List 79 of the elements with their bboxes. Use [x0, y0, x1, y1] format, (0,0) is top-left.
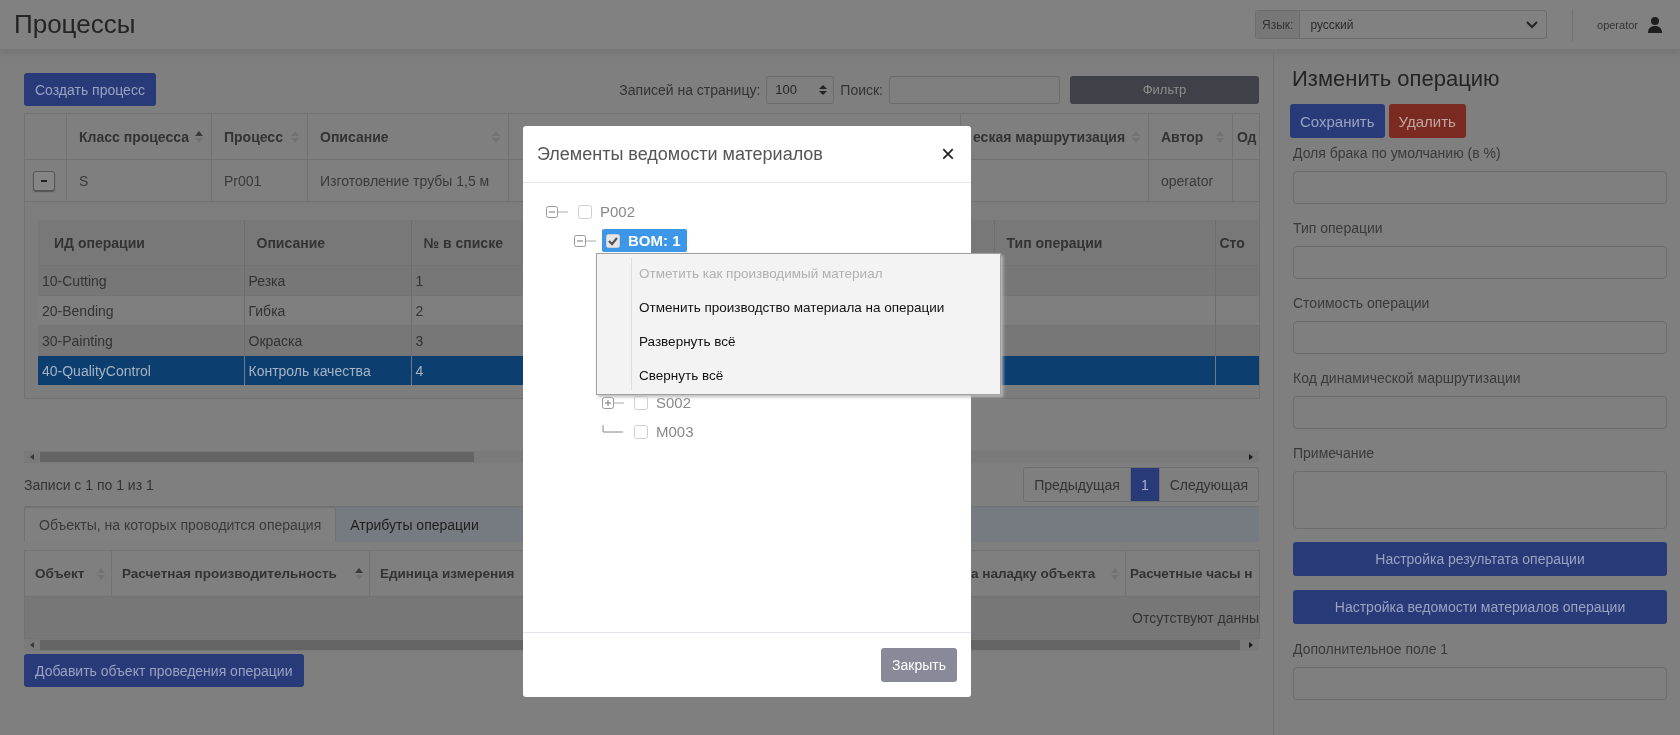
field-label: Дополнительное поле 1 [1293, 640, 1450, 658]
minus-icon [41, 179, 47, 182]
modal-title: Элементы ведомости материалов [537, 143, 823, 165]
close-button[interactable]: × [939, 142, 957, 166]
search-label: Поиск: [840, 81, 883, 98]
next-page-button[interactable]: Следующая [1159, 468, 1258, 501]
records-info: Записи с 1 по 1 из 1 [24, 476, 154, 493]
table-cell: Гибка [248, 302, 286, 319]
settings-button[interactable]: Настройка результата операции [1293, 542, 1667, 576]
table-cell: 10-Cutting [42, 272, 107, 289]
table-cell: 4 [415, 362, 424, 379]
table-cell: Изготовление трубы 1,5 м [320, 172, 490, 189]
column-header[interactable]: ИД операции [54, 234, 145, 251]
tree-node[interactable]: P002 [574, 200, 642, 223]
delete-button[interactable]: Удалить [1388, 104, 1466, 138]
table-cell: 2 [415, 302, 424, 319]
settings-button[interactable]: Настройка ведомости материалов операции [1293, 590, 1667, 624]
column-header[interactable]: Расчетная производительность [122, 566, 337, 581]
checkbox[interactable] [578, 204, 592, 219]
filter-button[interactable]: Фильтр [1070, 75, 1259, 104]
add-object-button[interactable]: Добавить объект проведения операции [24, 654, 304, 687]
field-label: Примечание [1293, 444, 1376, 462]
tree-toggle-icon[interactable] [602, 395, 626, 410]
column-header[interactable]: Объект [35, 566, 85, 581]
field-label: Стоимость операции [1293, 294, 1431, 312]
tree-node[interactable]: M003 [630, 420, 700, 443]
column-header[interactable]: Единица измерения [380, 566, 515, 581]
table-cell: 40-QualityControl [42, 362, 151, 379]
menu-item[interactable]: Свернуть всё [632, 358, 1000, 392]
sort-icon[interactable] [195, 129, 203, 144]
table-cell: 20-Bending [42, 302, 114, 319]
column-header[interactable]: Расчетные часы н [1130, 566, 1253, 581]
table-cell: 3 [415, 332, 424, 349]
user-icon[interactable] [1648, 16, 1662, 33]
tab[interactable]: Объекты, на которых проводится операция [24, 507, 337, 542]
tree-toggle-icon[interactable] [574, 233, 598, 248]
table-cell: Контроль качества [248, 362, 371, 379]
table-cell: 1 [415, 272, 424, 289]
panel-title: Изменить операцию [1291, 65, 1501, 93]
sort-icon[interactable] [355, 566, 363, 581]
column-header[interactable]: еская маршрутизация [973, 128, 1126, 145]
field-label: Доля брака по умолчанию (в %) [1293, 144, 1502, 162]
column-header[interactable]: Тип операции [1006, 234, 1103, 251]
table-cell: Резка [248, 272, 286, 289]
empty-table-message: Отсутствуют данны [1132, 609, 1259, 626]
table-cell: operator [1161, 172, 1214, 189]
page-button[interactable]: 1 [1130, 468, 1160, 501]
tree-node[interactable]: S002 [630, 391, 698, 414]
column-header[interactable]: Автор [1161, 128, 1204, 145]
page-size-select[interactable]: 100 [766, 75, 835, 104]
menu-item[interactable]: Отменить производство материала на операции [632, 290, 1000, 324]
field-label: Код динамической маршрутизации [1293, 369, 1522, 387]
checkbox[interactable] [634, 424, 648, 439]
table-cell: Окраска [248, 332, 303, 349]
page-title: Процессы [14, 9, 136, 40]
close-dialog-button[interactable]: Закрыть [881, 648, 957, 682]
column-header[interactable]: Описание [320, 128, 389, 145]
create-process-button[interactable]: Создать процесс [24, 73, 156, 106]
save-button[interactable]: Сохранить [1290, 104, 1385, 138]
table-cell: S [79, 172, 89, 189]
tree-toggle-icon[interactable] [546, 204, 570, 219]
field-label: Тип операции [1293, 219, 1384, 237]
column-header[interactable]: Класс процесса [79, 128, 189, 145]
column-header[interactable]: Описание [256, 234, 326, 251]
page-size-label: Записей на страницу: [619, 81, 761, 98]
table-cell: Pr001 [224, 172, 262, 189]
column-header[interactable]: а наладку объекта [971, 566, 1096, 581]
table-cell: 30-Painting [42, 332, 113, 349]
column-header[interactable]: Од [1237, 128, 1257, 145]
previous-page-button[interactable]: Предыдущая [1024, 468, 1131, 501]
spinner-icon [819, 83, 828, 96]
user-name[interactable]: operator [1597, 18, 1638, 31]
tab[interactable]: Атрибуты операции [336, 507, 493, 542]
menu-item[interactable]: Развернуть всё [632, 324, 1000, 358]
checkbox[interactable] [634, 395, 648, 410]
column-header[interactable]: Процесс [224, 128, 283, 145]
checkbox[interactable] [606, 233, 620, 248]
tree-node[interactable]: BOM: 1 [602, 229, 687, 252]
expand-toggle-button[interactable] [33, 170, 55, 191]
